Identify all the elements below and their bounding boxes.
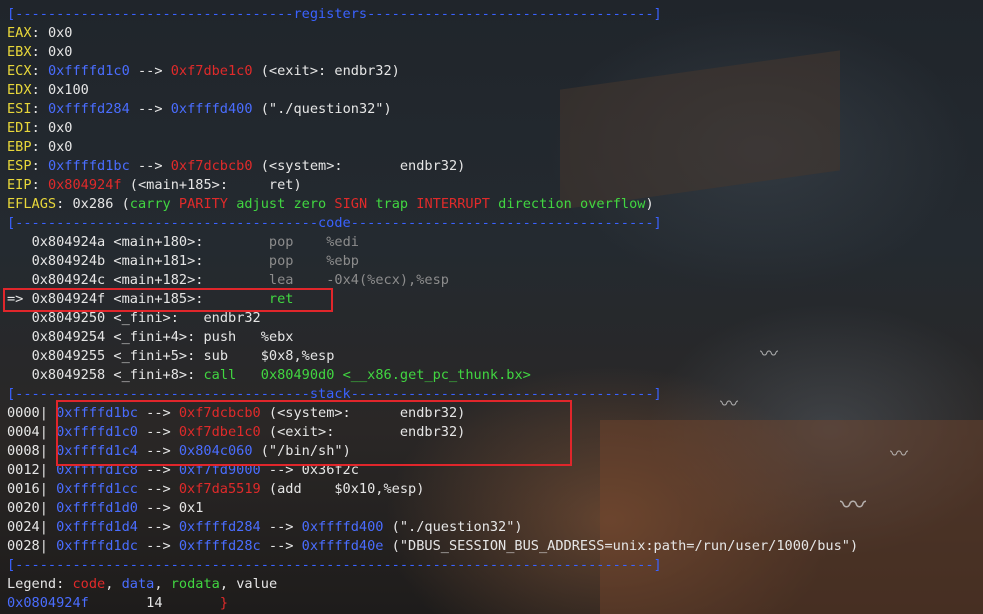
legend: Legend: code, data, rodata, value [7,576,278,592]
register-eflags: EFLAGS: 0x286 (carry PARITY adjust zero … [7,196,654,212]
stack-row: 0016| 0xffffd1cc --> 0xf7da5519 (add $0x… [7,481,425,497]
code-separator: [-------------------------------------co… [7,215,662,231]
register-esi: ESI: 0xffffd284 --> 0xffffd400 ("./quest… [7,101,392,117]
register-ecx: ECX: 0xffffd1c0 --> 0xf7dbe1c0 (<exit>: … [7,63,400,79]
code-line: 0x8049254 <_fini+4>: push %ebx [31,329,294,345]
register-esp: ESP: 0xffffd1bc --> 0xf7dcbcb0 (<system>… [7,158,466,174]
register-eip: EIP: 0x804924f (<main+185>: ret) [7,177,302,193]
register-ebx: EBX: 0x0 [7,44,73,60]
registers-separator: [----------------------------------regis… [7,6,662,22]
current-instruction-highlight [3,288,333,312]
end-separator: [---------------------------------------… [7,557,662,573]
code-line: 0x8049255 <_fini+5>: sub $0x8,%esp [31,348,335,364]
register-edx: EDX: 0x100 [7,82,89,98]
code-line: 0x804924b <main+181>: pop %ebp [31,253,359,269]
register-eax: EAX: 0x0 [7,25,73,41]
stack-row: 0020| 0xffffd1d0 --> 0x1 [7,500,204,516]
stack-row: 0028| 0xffffd1dc --> 0xffffd28c --> 0xff… [7,538,859,554]
stack-frame-highlight [56,400,572,466]
code-line: 0x804924a <main+180>: pop %edi [31,234,359,250]
stack-row: 0024| 0xffffd1d4 --> 0xffffd284 --> 0xff… [7,519,523,535]
code-line: 0x8049258 <_fini+8>: call 0x80490d0 <__x… [31,367,531,383]
register-ebp: EBP: 0x0 [7,139,73,155]
status-line: 0x0804924f 14 } [7,595,228,611]
register-edi: EDI: 0x0 [7,120,73,136]
